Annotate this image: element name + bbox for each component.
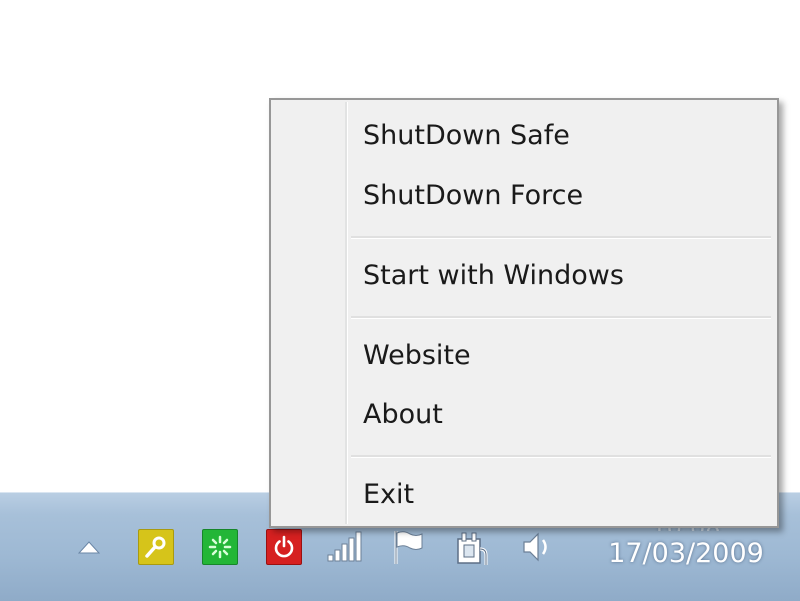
network-signal-icon[interactable] [324,527,364,567]
menu-item-label: Exit [363,478,415,510]
menu-item-label: Website [363,339,471,371]
menu-item-shutdown-force[interactable]: ShutDown Force [275,169,773,221]
menu-separator [351,316,771,319]
menu-item-start-with-windows[interactable]: Start with Windows [275,249,773,301]
chevron-up-icon [78,541,100,554]
power-plug-icon[interactable] [452,527,492,567]
action-center-flag-icon[interactable] [388,527,428,567]
menu-item-label: About [363,398,443,430]
volume-icon[interactable] [516,527,556,567]
menu-item-label: ShutDown Safe [363,119,570,151]
menu-item-about[interactable]: About [275,388,773,440]
tray-context-menu: ShutDown Safe ShutDown Force Start with … [269,98,779,528]
menu-item-label: Start with Windows [363,259,624,291]
menu-gutter [345,102,348,524]
desktop: 10:08 17/03/2009 ShutDown Safe ShutDown … [0,0,800,601]
menu-item-exit[interactable]: Exit [275,468,773,520]
green-app-icon[interactable] [202,529,238,565]
wrench-icon [145,536,166,558]
menu-separator [351,236,771,239]
menu-item-website[interactable]: Website [275,329,773,381]
power-icon [274,535,294,558]
menu-separator [351,455,771,458]
wrench-app-icon[interactable] [138,529,174,565]
menu-item-shutdown-safe[interactable]: ShutDown Safe [275,109,773,161]
show-hidden-icons-button[interactable] [74,533,104,563]
menu-item-label: ShutDown Force [363,179,584,211]
shutdown-app-icon[interactable] [266,529,302,565]
starburst-icon [208,535,232,559]
clock-date: 17/03/2009 [608,538,764,569]
